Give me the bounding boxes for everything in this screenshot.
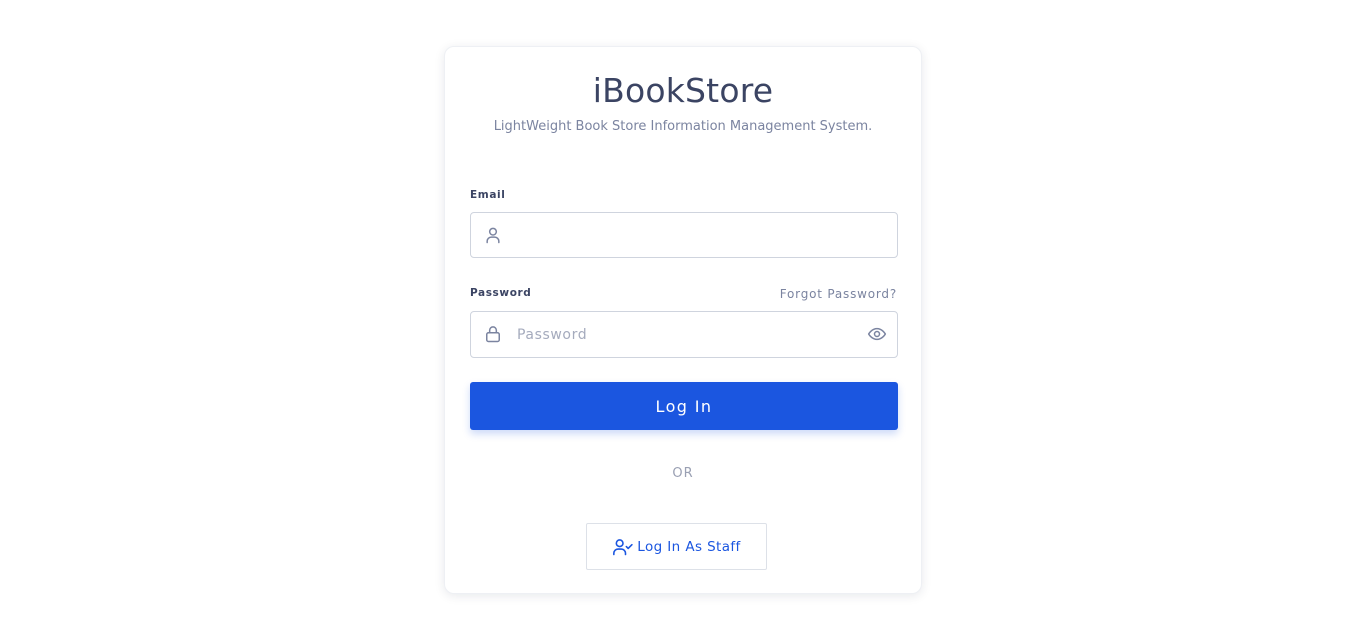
eye-icon[interactable]: [867, 324, 887, 344]
lock-icon: [486, 326, 500, 343]
user-icon: [486, 227, 500, 244]
or-divider: OR: [672, 466, 694, 481]
password-field-container[interactable]: [470, 311, 898, 358]
password-label: Password: [470, 287, 532, 299]
email-label: Email: [470, 189, 506, 201]
user-check-icon: [613, 538, 633, 555]
login-as-staff-label: Log In As Staff: [637, 538, 741, 555]
app-subtitle: LightWeight Book Store Information Manag…: [493, 119, 873, 134]
login-as-staff-button[interactable]: Log In As Staff: [586, 523, 767, 570]
forgot-password-link[interactable]: Forgot Password?: [780, 287, 897, 301]
email-input[interactable]: [517, 213, 847, 257]
app-title: iBookStore: [592, 71, 774, 110]
login-button[interactable]: Log In: [470, 382, 898, 430]
login-card: iBookStore LightWeight Book Store Inform…: [444, 46, 922, 594]
password-input[interactable]: [517, 312, 847, 357]
email-field-container[interactable]: [470, 212, 898, 258]
